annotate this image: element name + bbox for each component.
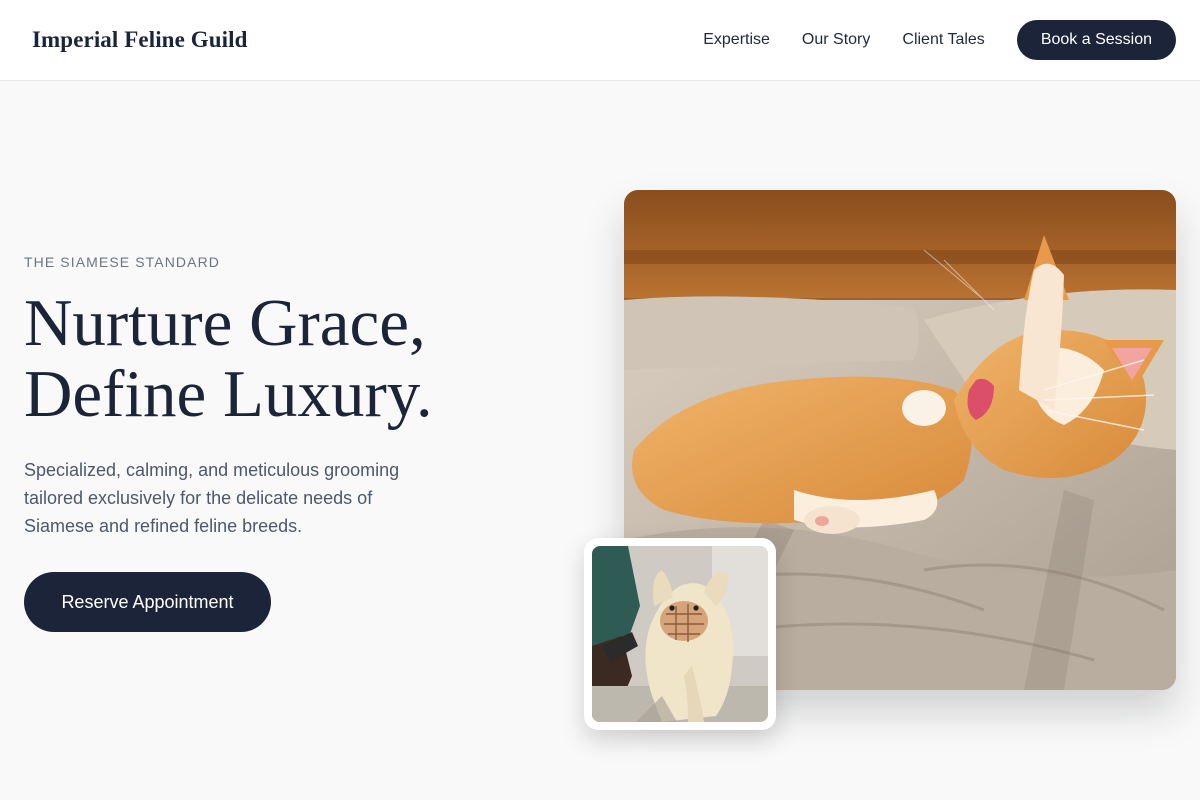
top-navigation-bar: Imperial Feline Guild Expertise Our Stor… (0, 0, 1200, 81)
nav-link-expertise[interactable]: Expertise (703, 31, 770, 49)
reserve-appointment-button[interactable]: Reserve Appointment (24, 572, 271, 632)
nav-link-our-story[interactable]: Our Story (802, 31, 870, 49)
fluffy-dog-photo-icon (592, 546, 768, 722)
hero-description: Specialized, calming, and meticulous gro… (24, 460, 400, 536)
brand-logo[interactable]: Imperial Feline Guild (32, 27, 248, 53)
headline-line-2: Define Luxury. (24, 357, 433, 431)
hero-headline: Nurture Grace, Define Luxury. (24, 288, 584, 430)
inset-dog-photo-frame (584, 538, 776, 730)
main-nav: Expertise Our Story Client Tales Book a … (703, 20, 1176, 60)
nav-link-client-tales[interactable]: Client Tales (902, 31, 984, 49)
hero-eyebrow: THE SIAMESE STANDARD (24, 254, 220, 270)
headline-line-1: Nurture Grace, (24, 286, 426, 360)
book-session-button[interactable]: Book a Session (1016, 20, 1176, 60)
